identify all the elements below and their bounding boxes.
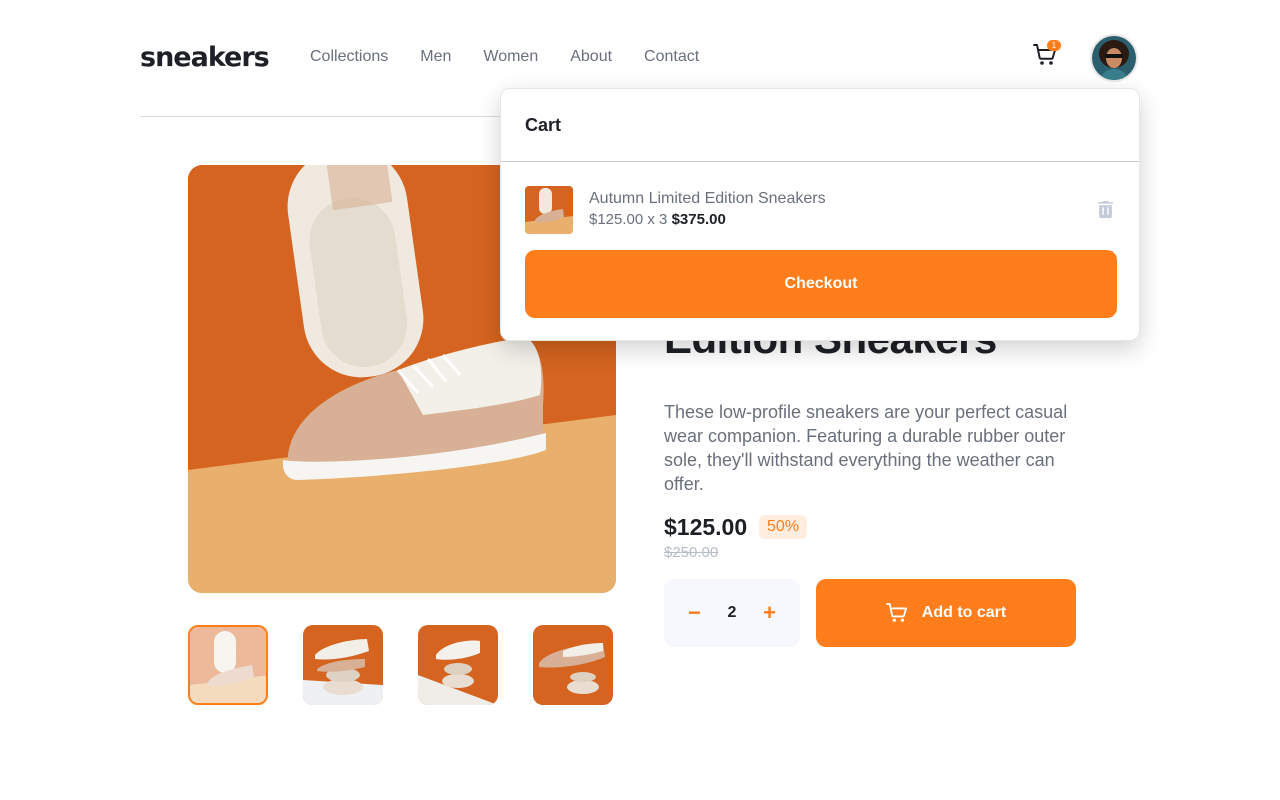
cart-item-thumbnail (525, 186, 573, 234)
cart-count-badge: 1 (1047, 40, 1061, 51)
quantity-stepper: − 2 + (664, 579, 800, 647)
user-avatar[interactable] (1090, 34, 1138, 82)
cart-icon (885, 603, 907, 622)
thumbnail-2-image (303, 625, 383, 705)
thumbnail-3-image (418, 625, 498, 705)
quantity-increase-button[interactable]: + (763, 602, 776, 624)
thumbnail-4[interactable] (533, 625, 613, 705)
cart-item-image (525, 186, 573, 234)
brand-logo[interactable]: sneakers (140, 42, 270, 73)
add-to-cart-button[interactable]: Add to cart (816, 579, 1076, 647)
thumbnail-1[interactable] (188, 625, 268, 705)
nav-item-women[interactable]: Women (483, 48, 538, 66)
trash-icon (1098, 201, 1113, 218)
thumbnail-1-image (190, 627, 266, 703)
add-to-cart-label: Add to cart (921, 604, 1007, 621)
thumbnail-3[interactable] (418, 625, 498, 705)
current-price: $125.00 (664, 514, 748, 540)
quantity-value: 2 (727, 604, 737, 621)
original-price: $250.00 (664, 544, 719, 561)
cart-item-price: $125.00 x 3 $375.00 (589, 211, 726, 228)
cart-divider (501, 161, 1139, 162)
nav-item-men[interactable]: Men (420, 48, 451, 66)
cart-popup: Cart Autumn Limited Edition Sneakers $12… (500, 88, 1140, 341)
discount-badge: 50% (759, 515, 808, 539)
quantity-decrease-button[interactable]: − (688, 602, 701, 624)
thumbnail-4-image (533, 625, 613, 705)
delete-item-button[interactable] (1098, 201, 1113, 218)
nav-item-contact[interactable]: Contact (644, 48, 699, 66)
main-nav: Collections Men Women About Contact (310, 48, 699, 66)
nav-item-collections[interactable]: Collections (310, 48, 388, 66)
avatar-image (1092, 36, 1136, 80)
product-description: These low-profile sneakers are your perf… (664, 402, 1068, 494)
cart-item-name: Autumn Limited Edition Sneakers (589, 190, 826, 207)
thumbnail-2[interactable] (303, 625, 383, 705)
nav-item-about[interactable]: About (570, 48, 612, 66)
cart-button[interactable]: 1 (1033, 40, 1061, 68)
checkout-button[interactable]: Checkout (525, 250, 1117, 318)
cart-item-unit-price: $125.00 x 3 (589, 211, 668, 228)
thumbnail-strip (188, 625, 613, 705)
cart-title: Cart (525, 115, 562, 135)
cart-item-total: $375.00 (671, 211, 726, 228)
